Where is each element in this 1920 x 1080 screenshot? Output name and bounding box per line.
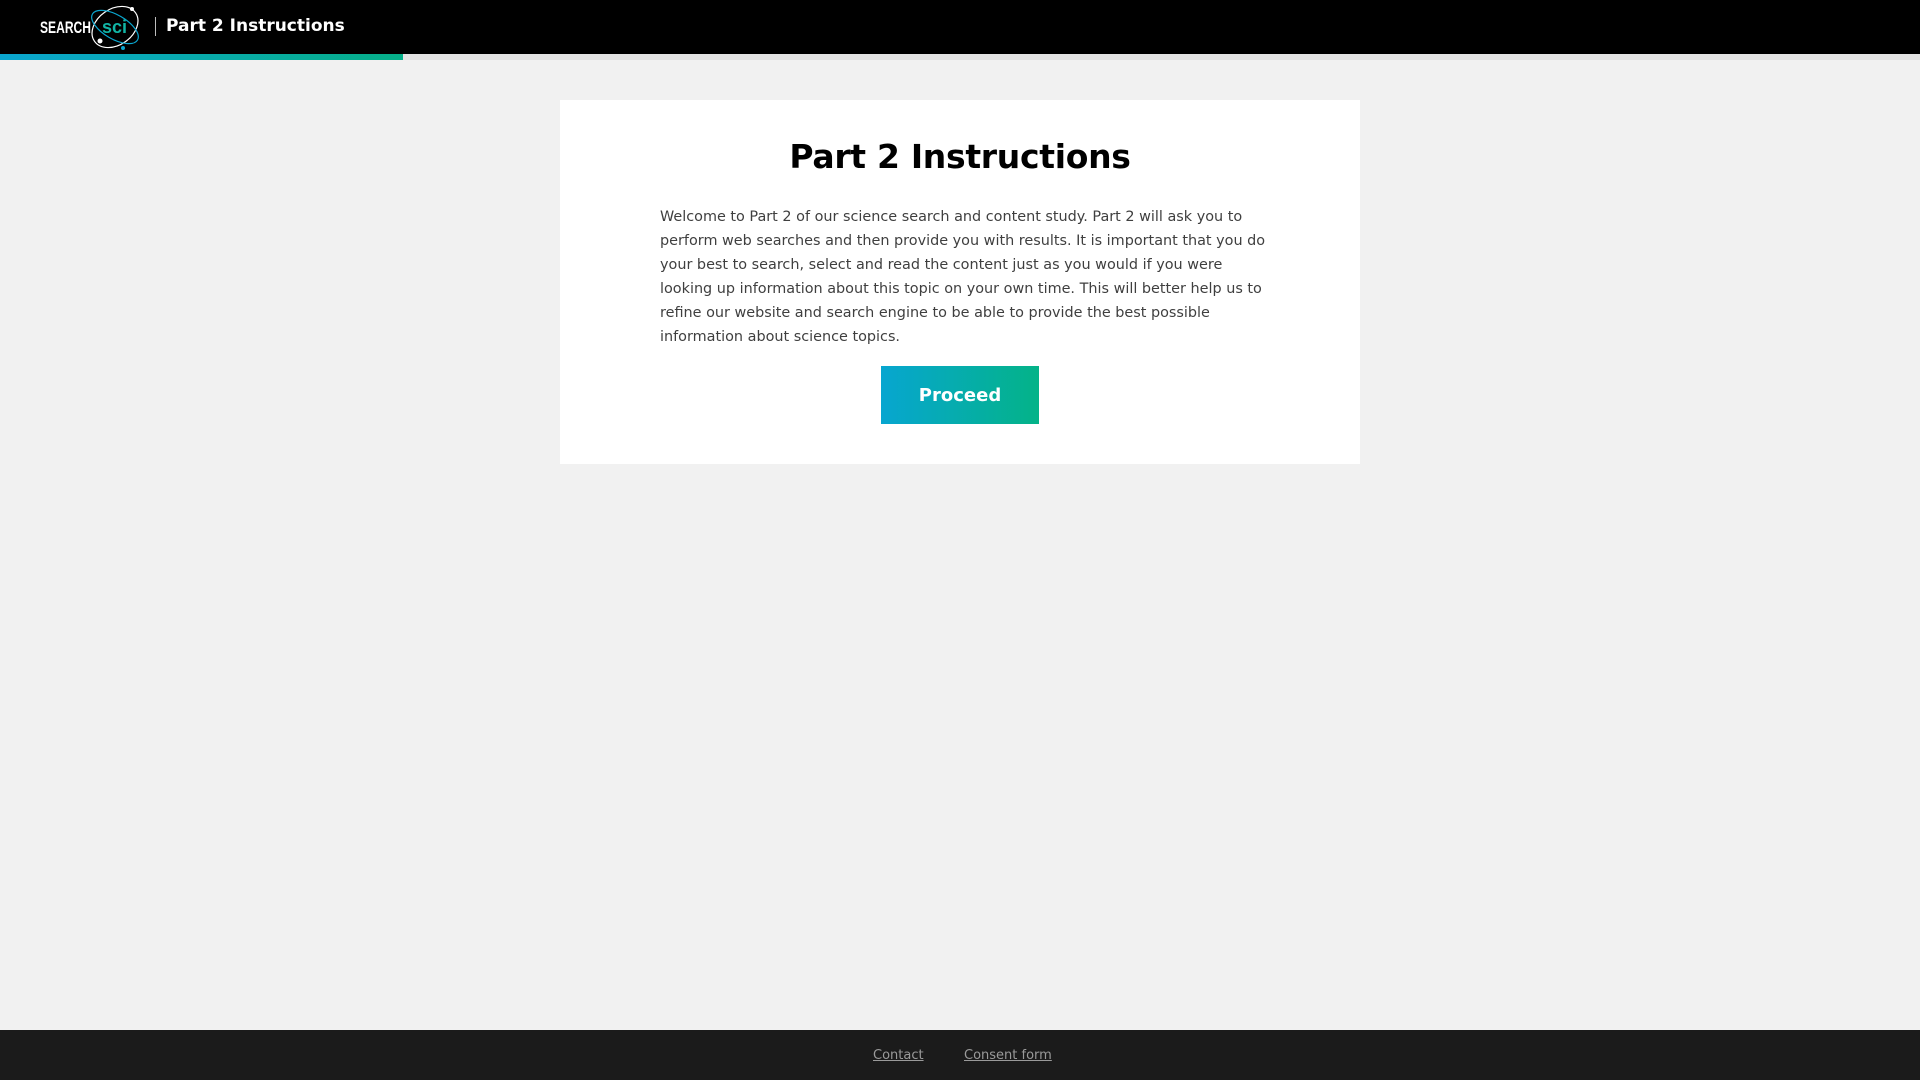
consent-form-link[interactable]: Consent form xyxy=(964,1048,1052,1064)
instructions-text: Welcome to Part 2 of our science search … xyxy=(660,209,1266,345)
contact-link[interactable]: Contact xyxy=(873,1048,924,1064)
svg-text:SEARCH: SEARCH xyxy=(40,18,91,37)
proceed-button[interactable]: Proceed xyxy=(881,366,1039,424)
header-title: Part 2 Instructions xyxy=(166,16,345,36)
page-title: Part 2 Instructions xyxy=(789,137,1131,176)
progress-bar-fill xyxy=(0,54,404,60)
footer: Contact Consent form xyxy=(0,1030,1920,1080)
svg-text:sci: sci xyxy=(102,17,127,37)
progress-bar xyxy=(0,54,1920,60)
searchsci-logo[interactable]: SEARCH sci xyxy=(38,0,144,54)
top-header: SEARCH sci Part 2 Instructions xyxy=(0,0,1920,54)
header-divider xyxy=(155,17,156,36)
